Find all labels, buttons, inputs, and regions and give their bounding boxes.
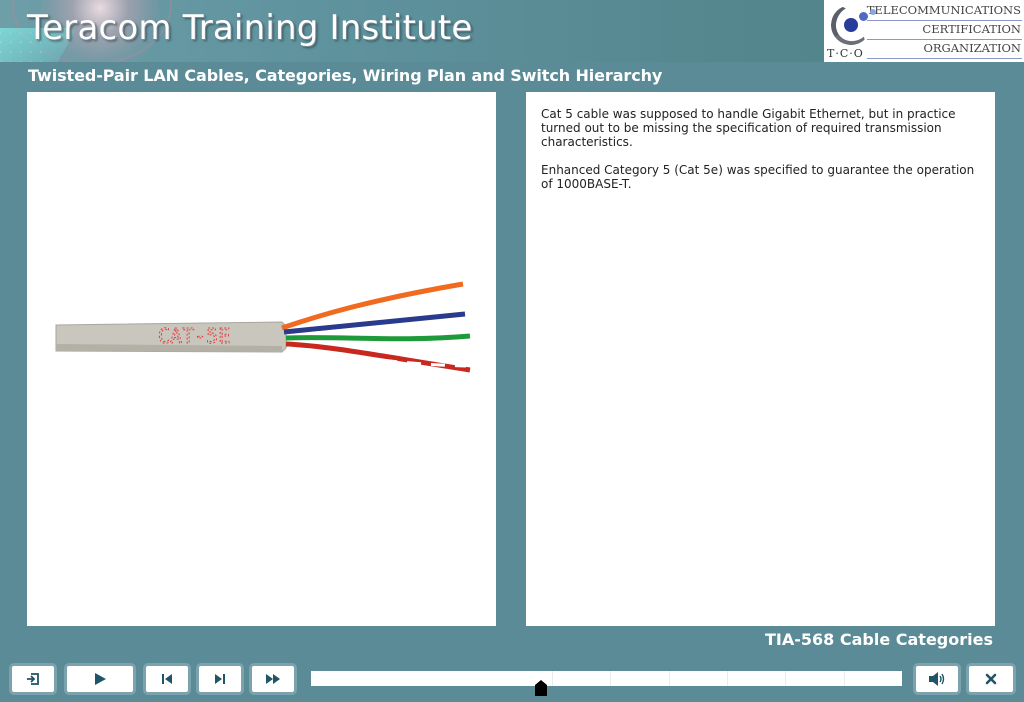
next-button[interactable] <box>196 663 244 695</box>
exit-button[interactable] <box>9 663 57 695</box>
tco-line: CERTIFICATION <box>866 21 1022 40</box>
tco-letters: T·C·O <box>827 47 864 60</box>
skip-forward-icon <box>215 674 225 684</box>
course-title: Twisted-Pair LAN Cables, Categories, Wir… <box>28 66 663 85</box>
fast-forward-icon <box>266 674 280 684</box>
wire-pair-green-white <box>289 340 469 346</box>
tco-logo-mark: T·C·O <box>824 0 876 62</box>
progress-segment-divider <box>727 671 728 686</box>
skip-back-icon <box>162 674 172 684</box>
progress-segment-divider <box>610 671 612 686</box>
tco-logo-text: TELECOMMUNICATIONS CERTIFICATION ORGANIZ… <box>863 0 1024 62</box>
progress-segment-divider <box>668 671 670 686</box>
fast-forward-button[interactable] <box>249 663 297 695</box>
close-icon <box>985 673 997 685</box>
slide-text-panel: Cat 5 cable was supposed to handle Gigab… <box>526 92 995 626</box>
speaker-icon <box>929 672 945 686</box>
tco-line: ORGANIZATION <box>866 40 1022 59</box>
tco-dot-icon <box>844 18 858 32</box>
training-player: Teracom Training Institute T·C·O TELECOM… <box>0 0 1024 702</box>
play-button[interactable] <box>64 663 136 695</box>
progress-segment-divider <box>552 671 553 686</box>
progress-segment-divider <box>843 671 845 686</box>
topic-title: TIA-568 Cable Categories <box>765 630 993 649</box>
tco-line: TELECOMMUNICATIONS <box>866 2 1022 21</box>
progress-scrubber-handle[interactable] <box>535 680 548 696</box>
tco-dot-icon <box>859 12 868 21</box>
header-banner: Teracom Training Institute T·C·O TELECOM… <box>0 0 1024 62</box>
close-button[interactable] <box>966 663 1016 695</box>
previous-button[interactable] <box>143 663 191 695</box>
wire-pair-orange-white <box>283 290 461 334</box>
volume-button[interactable] <box>913 663 961 695</box>
slide-paragraph: Enhanced Category 5 (Cat 5e) was specifi… <box>541 163 975 191</box>
cable-image: CAT-5E <box>55 281 471 373</box>
play-icon <box>95 673 106 685</box>
progress-bar[interactable] <box>311 671 902 686</box>
progress-segment-divider <box>785 671 787 686</box>
tco-logo: T·C·O TELECOMMUNICATIONS CERTIFICATION O… <box>824 0 1024 62</box>
cable-jacket-print: CAT-5E <box>158 324 230 348</box>
slide-paragraph: Cat 5 cable was supposed to handle Gigab… <box>541 107 956 149</box>
tco-dot-icon <box>870 9 876 15</box>
exit-icon <box>27 673 39 685</box>
brand-title: Teracom Training Institute <box>27 8 473 48</box>
wire-pair-green <box>285 333 471 342</box>
